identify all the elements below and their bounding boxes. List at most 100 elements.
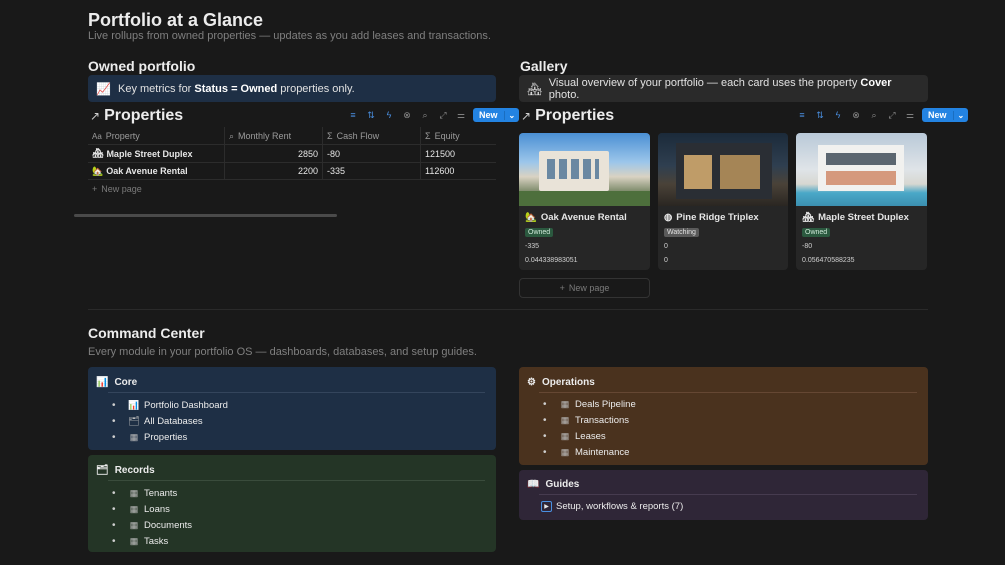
divider bbox=[539, 392, 917, 393]
sigma-icon: Σ bbox=[327, 131, 333, 141]
settings-icon[interactable]: ⚌ bbox=[455, 109, 467, 121]
list-item[interactable]: • ▦ Transactions bbox=[543, 412, 636, 428]
card-ratio: 0 bbox=[664, 257, 668, 264]
column-header-equity[interactable]: Σ Equity bbox=[421, 127, 496, 145]
gallery-new-page-button[interactable]: + New page bbox=[519, 278, 650, 298]
search-icon: ⌕ bbox=[229, 130, 235, 141]
house-icon: 🏡 bbox=[92, 165, 104, 176]
database-icon: ▦ bbox=[560, 446, 570, 457]
list-item[interactable]: • ▦ Maintenance bbox=[543, 444, 636, 460]
rollup-icon[interactable]: ⊗ bbox=[850, 109, 862, 121]
house-icon: 🏘 bbox=[92, 148, 104, 158]
operations-list: • ▦ Deals Pipeline • ▦ Transactions • ▦ Leases… bbox=[543, 396, 636, 460]
sort-icon[interactable]: ⇅ bbox=[365, 109, 377, 121]
equity-cell[interactable]: 121500 bbox=[421, 145, 496, 162]
list-item[interactable]: • ▦ Tasks bbox=[112, 533, 192, 549]
sort-icon[interactable]: ⇅ bbox=[814, 109, 826, 121]
database-icon: ▦ bbox=[560, 430, 570, 441]
automation-icon[interactable]: ϟ bbox=[383, 109, 395, 121]
card-cash-flow: -335 bbox=[525, 243, 540, 250]
gallery-callout: 🏘 Visual overview of your portfolio — ea… bbox=[519, 75, 928, 102]
filter-icon[interactable]: ≡ bbox=[347, 109, 359, 121]
column-header-cash-flow[interactable]: Σ Cash Flow bbox=[323, 127, 421, 145]
chart-increasing-icon: 📈 bbox=[96, 81, 111, 96]
guides-panel: 📖 Guides ▶ Setup, workflows & reports (7) bbox=[519, 470, 928, 520]
expand-icon[interactable]: ⤢ bbox=[886, 109, 898, 121]
list-item[interactable]: • ▦ Leases bbox=[543, 428, 636, 444]
card-ratio: 0.044338983051 bbox=[525, 257, 578, 264]
gallery-db-toolbar: ≡ ⇅ ϟ ⊗ ⌕ ⤢ ⚌ New ⌄ bbox=[796, 108, 969, 122]
table-row[interactable]: 🏡 Oak Avenue Rental 2200 -335 112600 bbox=[88, 162, 496, 180]
bar-chart-icon: 📊 bbox=[128, 399, 140, 410]
gallery-new-button[interactable]: New ⌄ bbox=[922, 108, 969, 122]
rent-cell[interactable]: 2200 bbox=[225, 163, 323, 179]
database-icon: ▦ bbox=[129, 535, 139, 546]
filter-icon[interactable]: ≡ bbox=[796, 109, 808, 121]
operations-panel: ⚙ Operations • ▦ Deals Pipeline • ▦ Transacti… bbox=[519, 367, 928, 465]
property-cover-image bbox=[658, 133, 788, 206]
card-title: 🏡 Oak Avenue Rental bbox=[525, 212, 627, 223]
property-cell[interactable]: 🏡 Oak Avenue Rental bbox=[88, 163, 225, 179]
list-item[interactable]: • ▦ Loans bbox=[112, 501, 192, 517]
database-icon: ▦ bbox=[560, 414, 570, 425]
horizontal-scrollbar[interactable] bbox=[74, 214, 337, 217]
card-title: 🏘 Maple Street Duplex bbox=[802, 212, 909, 223]
chevron-down-icon[interactable]: ⌄ bbox=[503, 110, 520, 120]
gallery-card[interactable]: ◍ Pine Ridge Triplex Watching 0 0 bbox=[658, 133, 788, 270]
column-header-monthly-rent[interactable]: ⌕ Monthly Rent bbox=[225, 127, 323, 145]
table-row[interactable]: 🏘 Maple Street Duplex 2850 -80 121500 bbox=[88, 144, 496, 162]
cash-flow-cell[interactable]: -335 bbox=[323, 163, 421, 179]
property-cell[interactable]: 🏘 Maple Street Duplex bbox=[88, 145, 225, 162]
gallery-card[interactable]: 🏘 Maple Street Duplex Owned -80 0.0564705… bbox=[796, 133, 927, 270]
expand-icon[interactable]: ⤢ bbox=[437, 109, 449, 121]
gallery-db-title[interactable]: ↗ Properties bbox=[521, 107, 614, 125]
play-triangle-icon[interactable]: ▶ bbox=[541, 501, 552, 512]
owned-new-button[interactable]: New ⌄ bbox=[473, 108, 520, 122]
list-item[interactable]: • ▦ Documents bbox=[112, 517, 192, 533]
equity-cell[interactable]: 112600 bbox=[421, 163, 496, 179]
column-header-property[interactable]: Aa Property bbox=[88, 127, 225, 145]
house-icon: 🏘 bbox=[527, 81, 543, 96]
list-item[interactable]: • ▦ Properties bbox=[112, 429, 228, 445]
status-badge: Owned bbox=[802, 228, 831, 237]
sigma-icon: Σ bbox=[425, 131, 431, 141]
guides-toggle[interactable]: ▶ Setup, workflows & reports (7) bbox=[541, 501, 683, 512]
database-icon: ▦ bbox=[129, 503, 139, 514]
owned-db-title[interactable]: ↗ Properties bbox=[90, 107, 183, 125]
list-item[interactable]: • ▦ Deals Pipeline bbox=[543, 396, 636, 412]
cash-flow-cell[interactable]: -80 bbox=[323, 145, 421, 162]
owned-new-page[interactable]: + New page bbox=[92, 184, 142, 194]
core-panel: 📊 Core • 📊 Portfolio Dashboard • 🗂 All Databa… bbox=[88, 367, 496, 450]
house-icon: 🏡 bbox=[525, 212, 537, 223]
owned-callout-text: Key metrics for Status = Owned propertie… bbox=[118, 82, 355, 95]
search-icon[interactable]: ⌕ bbox=[419, 109, 431, 121]
stone-icon: ◍ bbox=[664, 212, 673, 223]
status-badge: Owned bbox=[525, 228, 554, 237]
property-cover-image bbox=[796, 133, 927, 206]
list-item[interactable]: • 📊 Portfolio Dashboard bbox=[112, 397, 228, 413]
section-divider bbox=[88, 309, 928, 310]
settings-icon[interactable]: ⚌ bbox=[904, 109, 916, 121]
automation-icon[interactable]: ϟ bbox=[832, 109, 844, 121]
database-icon: ▦ bbox=[129, 519, 139, 530]
folder-icon: 🗂 bbox=[128, 415, 140, 426]
plus-icon: + bbox=[559, 283, 565, 293]
rollup-icon[interactable]: ⊗ bbox=[401, 109, 413, 121]
plus-icon: + bbox=[92, 184, 98, 194]
list-item[interactable]: • ▦ Tenants bbox=[112, 485, 192, 501]
chevron-down-icon[interactable]: ⌄ bbox=[952, 110, 969, 120]
owned-callout: 📈 Key metrics for Status = Owned propert… bbox=[88, 75, 496, 102]
divider bbox=[108, 392, 485, 393]
owned-portfolio-heading: Owned portfolio bbox=[88, 58, 196, 74]
records-list: • ▦ Tenants • ▦ Loans • ▦ Documents • ▦ Tasks bbox=[112, 485, 192, 549]
table-header-row: Aa Property ⌕ Monthly Rent Σ Cash Flow Σ Equ… bbox=[88, 127, 496, 145]
guides-title: 📖 Guides bbox=[527, 479, 580, 490]
list-item[interactable]: • 🗂 All Databases bbox=[112, 413, 228, 429]
core-list: • 📊 Portfolio Dashboard • 🗂 All Databases • ▦… bbox=[112, 397, 228, 445]
gallery-card[interactable]: 🏡 Oak Avenue Rental Owned -335 0.04433898… bbox=[519, 133, 650, 270]
search-icon[interactable]: ⌕ bbox=[868, 109, 880, 121]
records-panel: 🗂 Records • ▦ Tenants • ▦ Loans • ▦ Documents •… bbox=[88, 455, 496, 552]
link-arrow-icon: ↗ bbox=[90, 109, 101, 123]
text-type-icon: Aa bbox=[92, 131, 102, 141]
rent-cell[interactable]: 2850 bbox=[225, 145, 323, 162]
